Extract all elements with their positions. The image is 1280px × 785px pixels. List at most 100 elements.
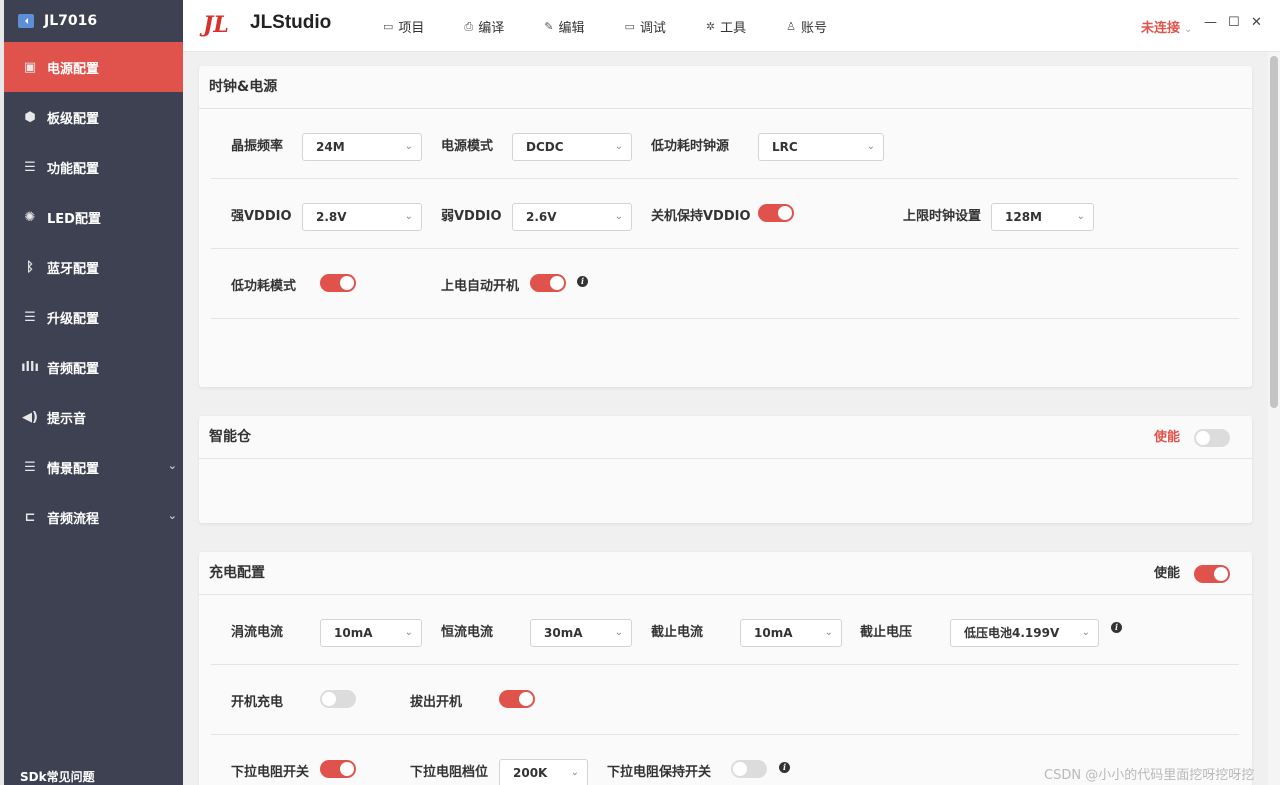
info-icon[interactable]: i [577, 276, 588, 287]
cutoff-current-select[interactable]: 10mA ⌄ [740, 619, 842, 647]
select-value: 10mA [334, 626, 373, 640]
pulldown-level-select[interactable]: 200K ⌄ [499, 759, 588, 785]
max-clock-select[interactable]: 128M ⌄ [991, 203, 1094, 231]
power-board-icon: ▣ [23, 59, 37, 75]
device-name: JL7016 [44, 13, 98, 29]
list-icon: ☰ [24, 309, 36, 325]
sidebar-item-upgrade[interactable]: ☰ 升级配置 [4, 292, 183, 342]
sidebar-item-scene[interactable]: ☰ 情景配置 ⌄ [4, 442, 183, 492]
speaker-icon: ◀) [22, 409, 38, 425]
select-value: LRC [772, 140, 798, 154]
enable-label: 使能 [1153, 430, 1180, 445]
pulldown-keep-toggle[interactable] [731, 760, 767, 778]
device-header[interactable]: JL7016 [4, 0, 183, 42]
pulldown-toggle[interactable] [320, 760, 356, 778]
menu-label: 编译 [478, 21, 505, 36]
cutoff-current-label: 截止电流 [651, 624, 704, 640]
power-on-charge-label: 开机充电 [231, 694, 284, 710]
sidebar-item-power[interactable]: ▣ 电源配置 [4, 42, 183, 92]
cutoff-voltage-label: 截止电压 [860, 624, 913, 640]
sidebar-item-label: 升级配置 [47, 311, 100, 327]
app-window: JL7016 ▣ 电源配置 ⬢ 板级配置 ☰ 功能配置 ✺ LED配置 ᛒ 蓝牙… [0, 0, 1280, 785]
connection-status[interactable]: 未连接 ⌄ [1141, 17, 1192, 36]
sidebar-item-label: 板级配置 [47, 111, 100, 127]
scrollbar-thumb[interactable] [1270, 56, 1278, 408]
sidebar-item-board[interactable]: ⬢ 板级配置 [4, 92, 183, 142]
menu-compile[interactable]: ⎙ 编译 [464, 17, 505, 37]
select-value: 30mA [544, 626, 583, 640]
trickle-select[interactable]: 10mA ⌄ [320, 619, 422, 647]
sidebar-item-function[interactable]: ☰ 功能配置 [4, 142, 183, 192]
sidebar-item-led[interactable]: ✺ LED配置 [4, 192, 183, 242]
card-title: 时钟&电源 [199, 66, 1252, 109]
weak-vddio-select[interactable]: 2.6V ⌄ [512, 203, 632, 231]
menu-account[interactable]: ♙ 账号 [786, 17, 827, 36]
menu-label: 调试 [639, 21, 666, 36]
chevron-down-icon: ⌄ [404, 141, 413, 152]
sidebar-item-label: 情景配置 [47, 461, 100, 477]
weak-vddio-label: 弱VDDIO [441, 208, 502, 224]
keep-vddio-toggle[interactable] [758, 204, 794, 222]
list-icon: ☰ [24, 459, 36, 475]
const-current-label: 恒流电流 [441, 624, 494, 640]
smart-box-card: 智能仓 使能 [199, 416, 1252, 523]
sidebar-item-bluetooth[interactable]: ᛒ 蓝牙配置 [4, 242, 183, 292]
sidebar-item-label: 音频配置 [47, 361, 100, 377]
auto-on-toggle[interactable] [530, 274, 566, 292]
clock-power-card: 时钟&电源 晶振频率 24M ⌄ 电源模式 DCDC ⌄ 低功耗时钟源 LRC ⌄ 强… [199, 66, 1252, 387]
card-title: 充电配置 使能 [199, 552, 1252, 595]
chevron-down-icon: ⌄ [570, 767, 579, 778]
bluetooth-icon: ᛒ [26, 259, 34, 275]
chevron-down-icon: ⌄ [167, 459, 177, 472]
lp-mode-toggle[interactable] [320, 274, 356, 292]
sdk-faq-link[interactable]: SDk常见问题 [4, 763, 183, 785]
sidebar-item-audio-flow[interactable]: ⊏ 音频流程 ⌄ [4, 492, 183, 542]
select-value: 24M [316, 140, 345, 154]
charge-enable-toggle[interactable] [1194, 564, 1230, 583]
select-value: 128M [1005, 210, 1042, 224]
cutoff-voltage-select[interactable]: 低压电池4.199V ⌄ [950, 619, 1099, 647]
info-icon[interactable]: i [1111, 622, 1122, 633]
top-bar: JL JLStudio ▭ 项目 ⎙ 编译 ✎ 编辑 ▭ 调试 ✲ 工具 ♙ 账… [183, 0, 1280, 52]
power-mode-select[interactable]: DCDC ⌄ [512, 133, 632, 161]
info-icon[interactable]: i [779, 762, 790, 773]
menu-tools[interactable]: ✲ 工具 [706, 17, 746, 36]
menu-label: 工具 [720, 21, 747, 36]
pulldown-keep-label: 下拉电阻保持开关 [607, 764, 712, 780]
lp-mode-label: 低功耗模式 [231, 278, 297, 294]
lp-clock-label: 低功耗时钟源 [651, 138, 730, 154]
flow-icon: ⊏ [24, 509, 36, 525]
strong-vddio-select[interactable]: 2.8V ⌄ [302, 203, 422, 231]
maximize-button[interactable]: ☐ [1228, 15, 1240, 30]
jl-logo-icon: JL [203, 12, 229, 38]
const-current-select[interactable]: 30mA ⌄ [530, 619, 632, 647]
sidebar-item-audio[interactable]: ıllı 音频配置 [4, 342, 183, 392]
card-title: 智能仓 使能 [199, 416, 1252, 459]
menu-edit[interactable]: ✎ 编辑 [544, 17, 584, 36]
printer-icon: ⎙ [464, 19, 474, 33]
lp-clock-select[interactable]: LRC ⌄ [758, 133, 884, 161]
folder-icon: ▭ [383, 20, 394, 33]
settings-row: 涓流电流 10mA ⌄ 恒流电流 30mA ⌄ 截止电流 10mA ⌄ 截止电压 低压… [211, 595, 1239, 665]
auto-on-label: 上电自动开机 [441, 278, 520, 294]
max-clock-label: 上限时钟设置 [903, 208, 982, 224]
osc-freq-select[interactable]: 24M ⌄ [302, 133, 422, 161]
minimize-button[interactable]: — [1204, 15, 1217, 30]
menu-debug[interactable]: ▭ 调试 [624, 17, 665, 36]
enable-label: 使能 [1153, 566, 1180, 581]
connection-status-label: 未连接 [1141, 21, 1181, 36]
unplug-on-label: 拔出开机 [410, 694, 463, 710]
unplug-on-toggle[interactable] [499, 690, 535, 708]
close-button[interactable]: ✕ [1251, 15, 1262, 30]
strong-vddio-label: 强VDDIO [231, 208, 292, 224]
sidebar-item-tone[interactable]: ◀) 提示音 [4, 392, 183, 442]
card-title-text: 智能仓 [209, 429, 251, 445]
sidebar-item-label: 功能配置 [47, 161, 100, 177]
pulldown-label: 下拉电阻开关 [231, 764, 310, 780]
sidebar-item-label: 提示音 [47, 411, 87, 427]
smart-box-enable-toggle[interactable] [1194, 428, 1230, 447]
power-on-charge-toggle[interactable] [320, 690, 356, 708]
menu-project[interactable]: ▭ 项目 [383, 17, 424, 36]
app-title: JLStudio [250, 12, 332, 33]
list-icon: ☰ [24, 159, 36, 175]
